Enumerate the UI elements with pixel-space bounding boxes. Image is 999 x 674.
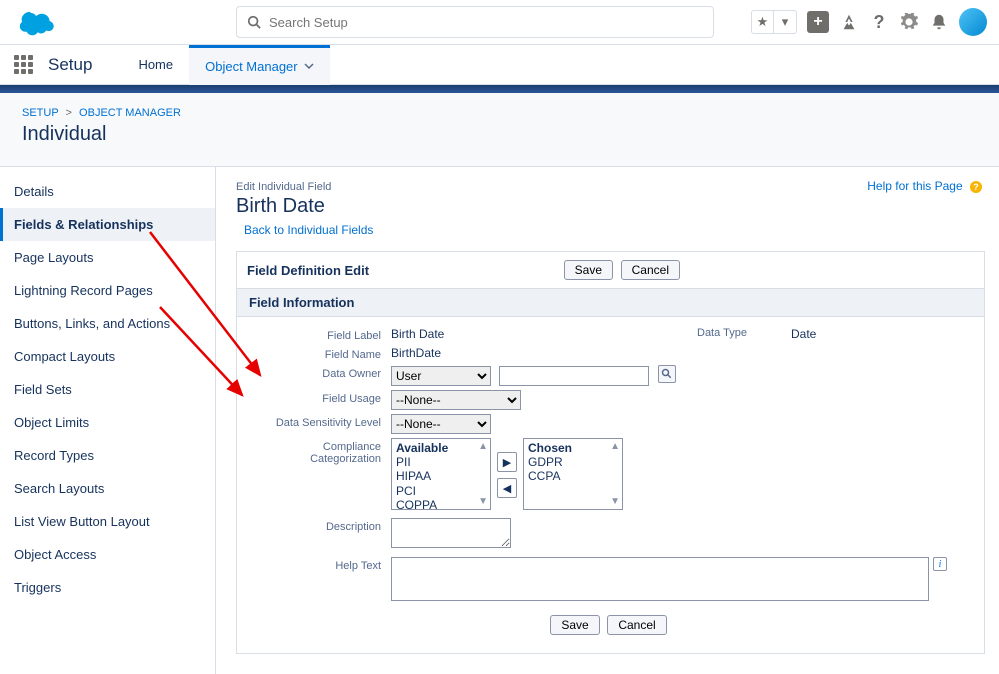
sidebar-item-fields[interactable]: Fields & Relationships [0,208,215,241]
scroll-down-icon[interactable]: ▼ [478,496,488,507]
cancel-button[interactable]: Cancel [621,260,680,280]
page-title: Individual [22,123,987,146]
search-icon [247,15,261,29]
scroll-up-icon[interactable]: ▲ [478,441,488,452]
avatar[interactable] [959,8,987,36]
move-right-button[interactable]: ▶ [497,452,517,472]
global-actions-button[interactable]: + [807,11,829,33]
chosen-listbox[interactable]: ▲ Chosen GDPR CCPA ▼ [523,438,623,510]
data-sensitivity-level-select[interactable]: --None-- [391,414,491,434]
sidebar-item-page-layouts[interactable]: Page Layouts [0,241,215,274]
sidebar-item-list-view-button-layout[interactable]: List View Button Layout [0,505,215,538]
global-search[interactable] [236,6,714,38]
description-textarea[interactable] [391,518,511,548]
help-text-textarea[interactable] [391,557,929,601]
trailhead-icon[interactable] [839,12,859,32]
gear-icon[interactable] [899,12,919,32]
field-title: Birth Date [236,195,985,218]
help-icon: ? [969,180,983,194]
field-name-label: Field Name [251,346,391,361]
move-left-button[interactable]: ◀ [497,478,517,498]
field-usage-label: Field Usage [251,390,391,405]
sidebar-item-triggers[interactable]: Triggers [0,571,215,604]
field-label-value: Birth Date [391,327,444,341]
back-to-individual-fields-link[interactable]: Back to Individual Fields [244,223,373,237]
svg-text:?: ? [973,182,979,192]
field-label-label: Field Label [251,327,391,342]
field-usage-select[interactable]: --None-- [391,390,521,410]
sidebar-item-search-layouts[interactable]: Search Layouts [0,472,215,505]
data-type-value: Date [791,327,816,341]
breadcrumb-setup[interactable]: SETUP [22,107,58,119]
available-listbox[interactable]: ▲ Available PII HIPAA PCI COPPA ▼ [391,438,491,510]
bell-icon[interactable] [929,12,949,32]
data-owner-input[interactable] [499,366,649,386]
data-owner-select[interactable]: User [391,366,491,386]
search-input[interactable] [269,15,703,30]
save-button-bottom[interactable]: Save [550,615,599,635]
sidebar-item-object-limits[interactable]: Object Limits [0,406,215,439]
sidebar-item-record-types[interactable]: Record Types [0,439,215,472]
cancel-button-bottom[interactable]: Cancel [607,615,666,635]
app-launcher-icon[interactable] [14,55,34,75]
salesforce-logo[interactable] [12,7,56,37]
sidebar-item-compact-layouts[interactable]: Compact Layouts [0,340,215,373]
panel-title: Field Definition Edit [247,263,369,278]
breadcrumb: SETUP > OBJECT MANAGER [22,107,987,119]
field-information-heading: Field Information [237,289,984,317]
breadcrumb-object-manager[interactable]: OBJECT MANAGER [79,107,181,119]
help-for-this-page-link[interactable]: Help for this Page ? [867,179,983,194]
app-name: Setup [48,55,92,75]
chevron-down-icon [304,61,314,71]
sidebar-item-buttons-links-actions[interactable]: Buttons, Links, and Actions [0,307,215,340]
lookup-icon[interactable] [658,365,676,383]
sidebar-item-field-sets[interactable]: Field Sets [0,373,215,406]
description-label: Description [251,518,391,533]
tab-home[interactable]: Home [122,45,189,85]
field-name-value: BirthDate [391,346,441,360]
info-icon[interactable]: i [933,557,947,571]
help-text-label: Help Text [251,557,391,572]
sidebar-item-details[interactable]: Details [0,175,215,208]
tab-object-manager[interactable]: Object Manager [189,45,330,85]
object-sidebar: Details Fields & Relationships Page Layo… [0,167,216,674]
save-button[interactable]: Save [564,260,613,280]
data-sensitivity-level-label: Data Sensitivity Level [251,414,391,429]
data-type-label: Data Type [697,327,747,339]
scroll-down-icon[interactable]: ▼ [610,496,620,507]
sidebar-item-lightning-pages[interactable]: Lightning Record Pages [0,274,215,307]
star-icon[interactable]: ★ [752,11,774,33]
chevron-down-icon[interactable]: ▾ [774,11,796,33]
help-icon[interactable]: ? [869,12,889,32]
favorites-menu[interactable]: ★ ▾ [751,10,797,34]
compliance-categorization-label: Compliance Categorization [251,438,391,465]
sidebar-item-object-access[interactable]: Object Access [0,538,215,571]
scroll-up-icon[interactable]: ▲ [610,441,620,452]
data-owner-label: Data Owner [251,365,391,380]
